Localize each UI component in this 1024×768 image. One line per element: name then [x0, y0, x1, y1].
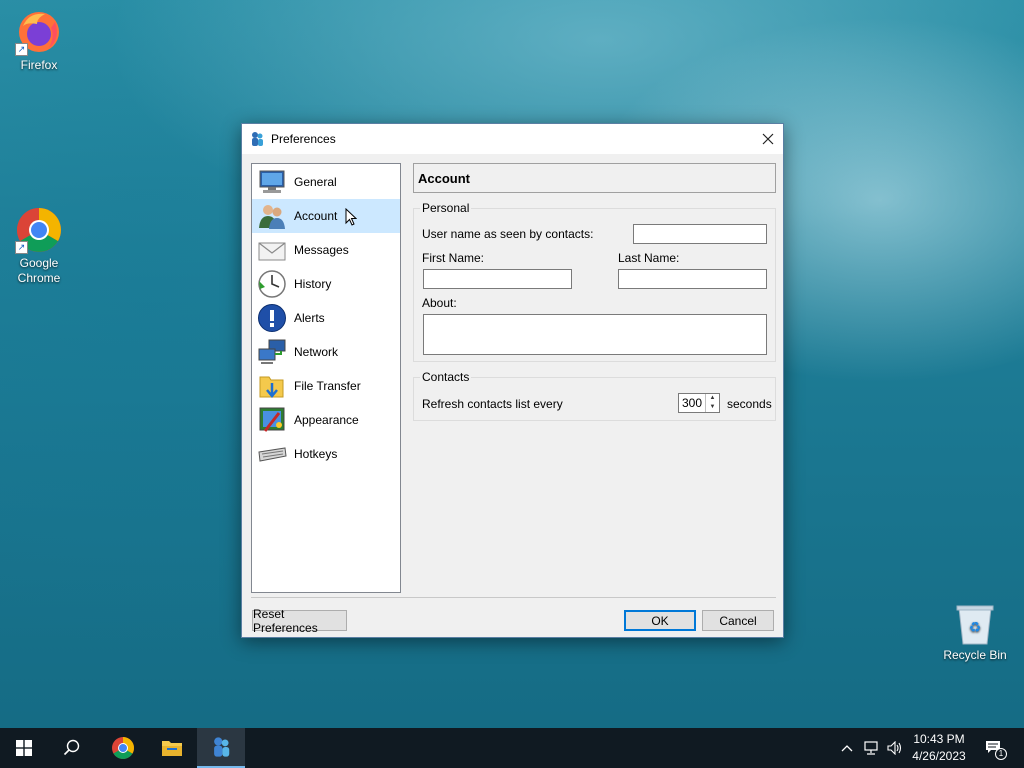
nav-item-label: History: [294, 277, 332, 291]
windows-icon: [16, 740, 32, 756]
ok-button[interactable]: OK: [624, 610, 696, 631]
show-hidden-icons-button[interactable]: [838, 728, 856, 768]
info-icon: [256, 302, 288, 334]
envelope-icon: [256, 234, 288, 266]
folder-icon: [256, 370, 288, 402]
clock-icon: [256, 268, 288, 300]
desktop-icon-label: Recycle Bin: [943, 648, 1007, 662]
nav-item-label: Account: [294, 209, 338, 223]
nav-item-network[interactable]: Network: [252, 335, 400, 369]
personal-group-label: Personal: [420, 201, 472, 215]
keyboard-icon: [256, 438, 288, 470]
taskbar-file-explorer[interactable]: [148, 728, 196, 768]
action-center-button[interactable]: 1: [980, 728, 1008, 768]
desktop-icon-label: Firefox: [20, 58, 58, 72]
nav-item-label: Messages: [294, 243, 349, 257]
desktop-icon-firefox[interactable]: ↗ Firefox: [1, 8, 77, 73]
app-icon: [214, 737, 230, 757]
speaker-icon: [887, 741, 902, 755]
nav-item-messages[interactable]: Messages: [252, 233, 400, 267]
clock-time: 10:43 PM: [913, 732, 965, 746]
paint-icon: [256, 404, 288, 436]
first-name-label: First Name:: [422, 251, 485, 265]
stepper-up-icon[interactable]: ▲: [706, 394, 719, 403]
personal-group: Personal User name as seen by contacts: …: [413, 201, 776, 362]
network-icon: [864, 741, 878, 755]
svg-text:♻: ♻: [969, 620, 982, 636]
footer-separator: [251, 597, 776, 598]
monitor-icon: [256, 166, 288, 198]
desktop-icon-chrome[interactable]: ↗ Google Chrome: [1, 206, 77, 286]
first-name-field[interactable]: [423, 269, 572, 289]
nav-item-general[interactable]: General: [252, 165, 400, 199]
nav-item-label: Network: [294, 345, 339, 359]
search-icon: [63, 739, 80, 756]
users-icon: [256, 200, 288, 232]
refresh-interval-value: 300: [682, 396, 703, 410]
nav-item-label: General: [294, 175, 337, 189]
desktop-icon-label: Google Chrome: [17, 256, 61, 285]
notification-count-badge: 1: [995, 748, 1007, 760]
notification-icon: 1: [985, 740, 1007, 760]
mouse-cursor-icon: [345, 207, 358, 229]
taskbar-clock[interactable]: 10:43 PM 4/26/2023: [904, 731, 974, 765]
panel-title: Account: [413, 163, 776, 193]
cancel-button[interactable]: Cancel: [702, 610, 774, 631]
about-label: About:: [422, 296, 457, 310]
recycle-bin-icon: ♻: [955, 602, 995, 646]
chevron-up-icon: [841, 745, 853, 752]
firefox-icon: ↗: [15, 8, 63, 56]
nav-item-file-transfer[interactable]: File Transfer: [252, 369, 400, 403]
stepper-arrows[interactable]: ▲ ▼: [705, 394, 719, 412]
last-name-label: Last Name:: [618, 251, 680, 265]
contacts-group: Contacts Refresh contacts list every 300…: [413, 370, 776, 421]
refresh-label: Refresh contacts list every: [422, 397, 563, 411]
nav-item-appearance[interactable]: Appearance: [252, 403, 400, 437]
close-icon: [762, 133, 774, 145]
seconds-label: seconds: [727, 397, 772, 411]
nav-item-label: File Transfer: [294, 379, 361, 393]
nav-item-hotkeys[interactable]: Hotkeys: [252, 437, 400, 471]
taskbar-chrome[interactable]: [99, 728, 147, 768]
clock-date: 4/26/2023: [912, 749, 966, 763]
refresh-interval-stepper[interactable]: 300 ▲ ▼: [678, 393, 720, 413]
nav-item-history[interactable]: History: [252, 267, 400, 301]
reset-preferences-button[interactable]: Reset Preferences: [252, 607, 347, 635]
folder-icon: [162, 741, 182, 756]
preferences-nav-list[interactable]: General Account Messages History Alerts …: [251, 163, 401, 593]
nav-item-label: Appearance: [294, 413, 359, 427]
taskbar-preferences-app[interactable]: [197, 728, 245, 768]
nav-item-account[interactable]: Account: [252, 199, 400, 233]
search-button[interactable]: [48, 728, 96, 768]
username-field[interactable]: [633, 224, 767, 244]
chrome-icon: ↗: [15, 206, 63, 254]
taskbar: 10:43 PM 4/26/2023 1: [0, 728, 1024, 768]
last-name-field[interactable]: [618, 269, 767, 289]
nav-item-label: Hotkeys: [294, 447, 338, 461]
stepper-down-icon[interactable]: ▼: [706, 403, 719, 412]
username-label: User name as seen by contacts:: [422, 227, 594, 241]
close-button[interactable]: [753, 124, 783, 154]
desktop-icon-recycle-bin[interactable]: ♻ Recycle Bin: [937, 602, 1013, 663]
preferences-dialog: Preferences General Account Messages His…: [241, 123, 784, 638]
nav-item-alerts[interactable]: Alerts: [252, 301, 400, 335]
dialog-title: Preferences: [271, 132, 336, 146]
start-button[interactable]: [0, 728, 48, 768]
volume-tray-button[interactable]: [884, 728, 906, 768]
app-icon: [250, 131, 264, 147]
nav-item-label: Alerts: [294, 311, 325, 325]
dialog-titlebar[interactable]: Preferences: [242, 124, 783, 154]
contacts-group-label: Contacts: [420, 370, 472, 384]
chrome-icon: [112, 737, 134, 759]
about-field[interactable]: [423, 314, 767, 355]
network-icon: [256, 336, 288, 368]
network-tray-button[interactable]: [860, 728, 882, 768]
